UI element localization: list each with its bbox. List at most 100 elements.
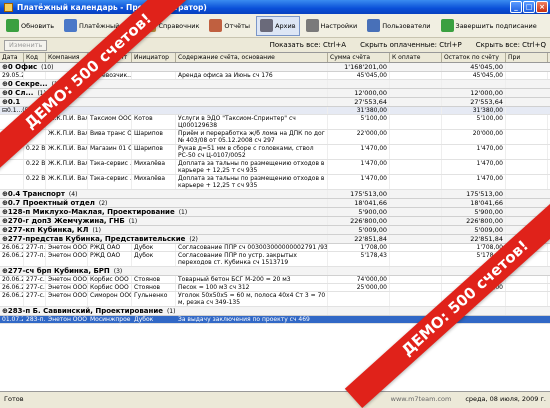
table-row[interactable]: 0.22 В...Ж.К.П.И. Вал...Тэка-сервис ...М… [0, 175, 550, 190]
table-cell [0, 175, 24, 189]
group-sum [328, 80, 390, 88]
toolbar-label: Архив [275, 21, 296, 30]
table-cell: Энетон ООО [46, 292, 88, 306]
group-rest: 226'800,00 [442, 217, 506, 225]
toolbar-label: Настройки [320, 21, 358, 30]
group-due [390, 226, 442, 234]
table-cell: Доплата за тальны по размещению отходов … [176, 175, 328, 189]
group-count: (1) [92, 227, 101, 234]
table-cell: 277-п... [26, 244, 46, 251]
table-cell: 26.06.2... [0, 252, 24, 266]
minimize-button[interactable]: _ [510, 1, 522, 13]
toolbar-users-button[interactable]: Пользователи [363, 16, 434, 36]
toolbar-refresh-button[interactable]: Обновить [2, 16, 58, 36]
group-row[interactable]: ⊕0.4 Транспорт (4) 175'513,00 175'513,00 [0, 190, 550, 199]
sub-toolbar: Изменить Показать все: Ctrl+A Скрыть опл… [0, 38, 550, 52]
table-cell: Энетон ООО [48, 316, 88, 323]
column-header[interactable]: К оплате [390, 53, 442, 62]
group-sum: 27'553,64 [328, 98, 390, 106]
table-cell: 26.06.2... [0, 292, 24, 306]
table-cell: 5'100,00 [328, 115, 390, 129]
vendor-url[interactable]: www.m7team.com [391, 395, 452, 403]
group-name: ⊕277-сч брп Кубинка, БРП (3) [0, 267, 328, 275]
table-cell: Мосинжпроек... [90, 316, 132, 323]
group-count: (10) [41, 64, 54, 71]
group-row[interactable]: ⊕128-п Миклухо-Маклая, Проектирование (1)… [0, 208, 550, 217]
close-button[interactable]: × [536, 1, 548, 13]
toolbar-label: Обновить [21, 21, 55, 30]
table-cell: 283-п... [26, 316, 46, 323]
group-due [390, 217, 442, 225]
invoice-grid[interactable]: ДатаКодКомпанияКонтрагентИнициаторСодерж… [0, 52, 550, 391]
group-due [390, 235, 442, 243]
group-rest: 22'851,84 [442, 235, 506, 243]
table-cell: Гульненко [132, 292, 176, 306]
table-row[interactable]: 26.06.2...277-п...Энетон ОООРЖД ОАОДубок… [0, 252, 550, 267]
group-row[interactable]: ⊟0.1...(5)31'380,0031'380,00 [0, 107, 550, 115]
table-row[interactable]: Ж.К.П.И. Вал...Таксиом ОООКотовУслуги в … [0, 115, 550, 130]
group-label: 128-п Миклухо-Маклая, Проектирование [7, 208, 175, 216]
hide-all-hotkey[interactable]: Скрыть все: Ctrl+Q [476, 41, 546, 49]
table-cell: 45'045,00 [328, 72, 390, 79]
group-sum [328, 307, 390, 315]
show-all-hotkey[interactable]: Показать все: Ctrl+A [270, 41, 346, 49]
table-cell [328, 316, 390, 323]
toolbar-gear-button[interactable]: Настройки [302, 16, 362, 36]
group-row[interactable]: ⊕277-кп Кубинка, КЛ (1) 5'009,00 5'009,00 [0, 226, 550, 235]
group-row[interactable]: ⊕0.7 Проектный отдел (2) 18'041,66 18'041,6… [0, 199, 550, 208]
table-cell [390, 175, 442, 189]
table-cell [390, 276, 442, 283]
group-row[interactable]: ⊕0.1 27'553,64 27'553,64 [0, 98, 550, 107]
toolbar-label: Пользователи [382, 21, 431, 30]
edit-button[interactable]: Изменить [4, 39, 48, 51]
group-label: 0 Секре... [7, 80, 48, 88]
table-cell: Стоянов [132, 284, 176, 291]
archive-icon [260, 19, 274, 32]
column-header[interactable]: Сумма счёта [328, 53, 390, 62]
table-row[interactable]: 26.06.2...277-п...Энетон ОООРЖД ОАОДубок… [0, 244, 550, 252]
column-header[interactable]: Инициатор [132, 53, 176, 62]
table-row[interactable]: 0.22 В...Ж.К.П.И. Вал...Тэка-сервис ...М… [0, 160, 550, 175]
toolbar-report-button[interactable]: Отчёты [205, 16, 254, 36]
table-cell: Шарипов [132, 130, 176, 144]
column-header[interactable]: Код [24, 53, 46, 62]
group-row[interactable]: ⊕277-сч брп Кубинка, БРП (3) [0, 267, 550, 276]
table-cell [390, 252, 442, 266]
group-due [390, 267, 442, 275]
table-cell: 1'470,00 [328, 160, 390, 174]
table-cell [506, 115, 548, 129]
table-row[interactable]: Ж.К.П.И. Вал...Вива транс О...ШариповПри… [0, 130, 550, 145]
group-name: ⊕0.4 Транспорт (4) [0, 190, 328, 198]
table-cell: 20'000,00 [442, 130, 506, 144]
group-count: (3) [113, 268, 123, 275]
table-cell: Ж.К.П.И. Вал... [46, 175, 88, 189]
column-header[interactable]: Дата [0, 53, 24, 62]
table-row[interactable]: 01.07.2...283-п...Энетон ОООМосинжпроек.… [0, 316, 550, 324]
toolbar-label: Завершить подписание [455, 21, 537, 30]
table-cell [506, 160, 548, 174]
group-rest: 18'041,66 [442, 199, 506, 207]
table-cell: Доплата за тальны по размещению отходов … [176, 160, 328, 174]
table-cell: Ж.К.П.И. Вал... [46, 130, 88, 144]
table-cell: 20.06.2... [0, 276, 24, 283]
table-row[interactable]: 0.22 В...Ж.К.П.И. Вал...Магазин 01 О...Ш… [0, 145, 550, 160]
toolbar-archive-button[interactable]: Архив [256, 15, 300, 36]
column-header[interactable]: При [506, 53, 548, 62]
table-cell: 25'000,00 [328, 284, 390, 291]
hide-paid-hotkey[interactable]: Скрыть оплаченные: Ctrl+P [360, 41, 462, 49]
table-cell: 1'470,00 [328, 175, 390, 189]
column-header[interactable]: Остаток по счёту [442, 53, 506, 62]
status-text: Готов [4, 394, 24, 403]
group-label: 270-г доп3 Жемчужина, ГНБ [7, 217, 125, 225]
column-header[interactable]: Содержание счёта, основание [176, 53, 328, 62]
group-due [390, 107, 442, 114]
group-row[interactable]: ⊕277-представ Кубинка, Представительские… [0, 235, 550, 244]
group-due [390, 63, 442, 71]
table-cell: Тэка-сервис ... [88, 175, 132, 189]
table-cell: Уголок 50х50х5 = 60 м, полоса 40х4 Ст 3 … [176, 292, 328, 306]
table-cell: 0.22 В... [24, 175, 46, 189]
table-cell: 1'708,00 [328, 244, 390, 251]
toolbar-check-button[interactable]: Завершить подписание [437, 16, 541, 36]
group-row[interactable]: ⊕270-г доп3 Жемчужина, ГНБ (1) 226'800,00 2… [0, 217, 550, 226]
maximize-button[interactable]: □ [523, 1, 535, 13]
